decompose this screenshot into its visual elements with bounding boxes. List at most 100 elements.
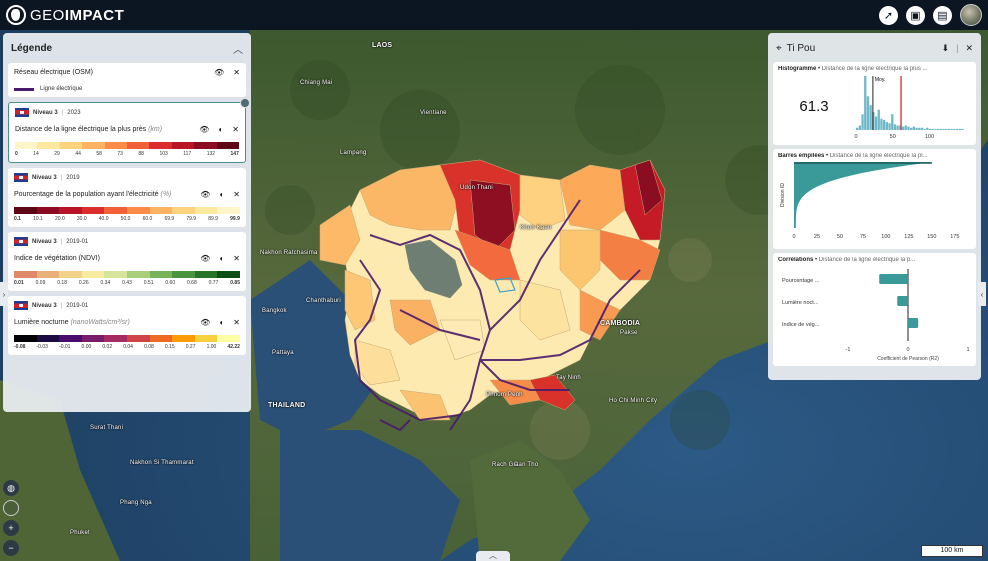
histogram-bar: [907, 126, 910, 130]
histogram-bar: [945, 128, 948, 130]
ramp-tick: 0.18: [57, 280, 67, 286]
place-label: Phuket: [70, 530, 90, 536]
place-label: Phang Nga: [120, 500, 152, 506]
zoom-in-button[interactable]: +: [3, 520, 19, 536]
close-icon[interactable]: ✕: [233, 318, 240, 327]
layer-card[interactable]: Niveau 3 | 2019-01 Lumière nocturne (nanoWa…: [8, 296, 246, 355]
layer-card[interactable]: Niveau 3 | 2023 Distance de la ligne électr…: [8, 98, 250, 163]
ramp-tick: -0.01: [59, 344, 71, 350]
zoom-out-button[interactable]: −: [3, 540, 19, 556]
histogram-bar: [912, 126, 915, 130]
layer-level: Niveau 3: [32, 302, 57, 309]
histogram-value: 61.3: [799, 97, 829, 115]
globe-icon[interactable]: ◍: [3, 480, 19, 496]
close-icon[interactable]: ✕: [233, 254, 240, 263]
contrast-icon[interactable]: ◐: [219, 254, 224, 263]
correlation-label: Indice de vég...: [782, 322, 820, 328]
brand-logo[interactable]: GEO IMPACT: [6, 5, 124, 25]
basemap-thumbnail[interactable]: [3, 500, 19, 516]
layer-card-osm[interactable]: Réseau électrique (OSM) 👁 ✕ Ligne électr…: [8, 63, 246, 97]
compass-icon[interactable]: ➚: [879, 5, 898, 25]
ramp-ticks: 0 14 29 44 58 73 88 103 117 132 147: [15, 151, 239, 157]
place-label: Surat Thani: [90, 425, 124, 431]
layer-card[interactable]: Niveau 3 | 2019 Pourcentage de la populatio…: [8, 168, 246, 227]
image-icon[interactable]: ▣: [906, 5, 925, 25]
layer-card[interactable]: Niveau 3 | 2019-01 Indice de végétation (ND…: [8, 232, 246, 291]
ramp-swatch: [126, 335, 150, 342]
layer-name: Pourcentage de la population ayant l'éle…: [14, 191, 171, 198]
ramp-swatch: [149, 142, 172, 149]
correlation-bar[interactable]: [897, 296, 908, 306]
expand-bottom-tab[interactable]: ︿: [476, 551, 510, 561]
eye-icon[interactable]: 👁: [200, 318, 210, 327]
eye-icon[interactable]: 👁: [200, 254, 210, 263]
ramp-swatch: [217, 207, 240, 214]
ramp-swatch: [216, 142, 240, 149]
ramp-tick: 0.51: [143, 280, 154, 286]
expand-left-tab[interactable]: ›: [0, 282, 8, 306]
close-icon[interactable]: ✕: [965, 43, 973, 54]
histogram-bar: [955, 128, 959, 130]
drag-handle-icon[interactable]: [240, 98, 250, 108]
stacked-bars-card[interactable]: Barres empilées • Distance de la ligne é…: [773, 149, 976, 249]
eye-icon[interactable]: 👁: [200, 190, 210, 199]
stacked-tick: 175: [950, 234, 959, 240]
eye-icon[interactable]: 👁: [214, 68, 224, 77]
ramp-tick: 88: [138, 151, 144, 157]
chevron-up-icon[interactable]: ︿: [233, 41, 243, 56]
ramp-swatch: [81, 207, 105, 214]
download-icon[interactable]: ⬇: [942, 43, 950, 54]
mean-label: Moy.: [875, 77, 885, 83]
ramp-swatch: [172, 271, 195, 278]
ramp-tick: 0.1: [14, 216, 21, 222]
correlation-tick: 0: [906, 347, 909, 353]
ramp-tick: 99.9: [230, 216, 240, 222]
histogram-chart: Moy. 0 50 100: [854, 76, 964, 140]
correlation-bar[interactable]: [908, 318, 919, 328]
correlation-tick: 1: [966, 347, 969, 353]
stacked-tick: 100: [881, 234, 890, 240]
histogram-bar: [953, 128, 956, 130]
ramp-tick: 0.08: [144, 344, 154, 350]
save-icon[interactable]: ▤: [933, 5, 952, 25]
ramp-swatch: [59, 335, 82, 342]
layer-name-text: Indice de végétation (NDVI): [14, 255, 100, 262]
layer-level: Niveau 3: [32, 238, 57, 245]
ramp-swatch: [149, 335, 173, 342]
user-avatar[interactable]: [960, 4, 982, 26]
close-icon[interactable]: ✕: [233, 68, 240, 77]
contrast-icon[interactable]: ◐: [219, 190, 224, 199]
place-label: Rach Gia: [492, 462, 519, 468]
ramp-swatch: [59, 142, 83, 149]
correlation-bar[interactable]: [879, 274, 908, 284]
layer-year: 2019: [66, 174, 80, 181]
collapse-right-tab[interactable]: ‹: [978, 282, 986, 306]
eye-icon[interactable]: 👁: [199, 125, 209, 134]
histogram-tick: 100: [925, 134, 934, 140]
color-ramp: [14, 335, 240, 342]
ramp-swatch: [104, 335, 127, 342]
close-icon[interactable]: ✕: [232, 125, 239, 134]
histogram-bar: [961, 128, 964, 130]
stacked-bars-chart: Division ID 0 25 50 75 100 125 150 175: [780, 162, 959, 240]
histogram-card[interactable]: Histogramme • Distance de la ligne élect…: [773, 62, 976, 145]
contrast-icon[interactable]: ◐: [218, 125, 223, 134]
ramp-swatch: [171, 142, 195, 149]
contrast-icon[interactable]: ◐: [219, 318, 224, 327]
histogram-bar: [928, 128, 932, 130]
brand-bold: IMPACT: [64, 6, 125, 24]
ramp-tick: 0.02: [102, 344, 113, 350]
histogram-bar: [947, 128, 951, 130]
layer-name: Indice de végétation (NDVI): [14, 255, 100, 262]
correlations-card[interactable]: Corrélations • Distance de la ligne élec…: [773, 253, 976, 366]
ramp-tick: 10.1: [33, 216, 43, 222]
close-icon[interactable]: ✕: [233, 190, 240, 199]
histogram-bar: [931, 128, 934, 130]
ramp-swatch: [59, 207, 82, 214]
layer-level: Niveau 3: [32, 174, 57, 181]
top-bar: GEO IMPACT ➚ ▣ ▤: [0, 0, 988, 30]
ramp-swatch: [149, 271, 173, 278]
ramp-swatch: [126, 271, 150, 278]
place-label: Lampang: [340, 150, 367, 156]
line-swatch: [14, 87, 34, 91]
